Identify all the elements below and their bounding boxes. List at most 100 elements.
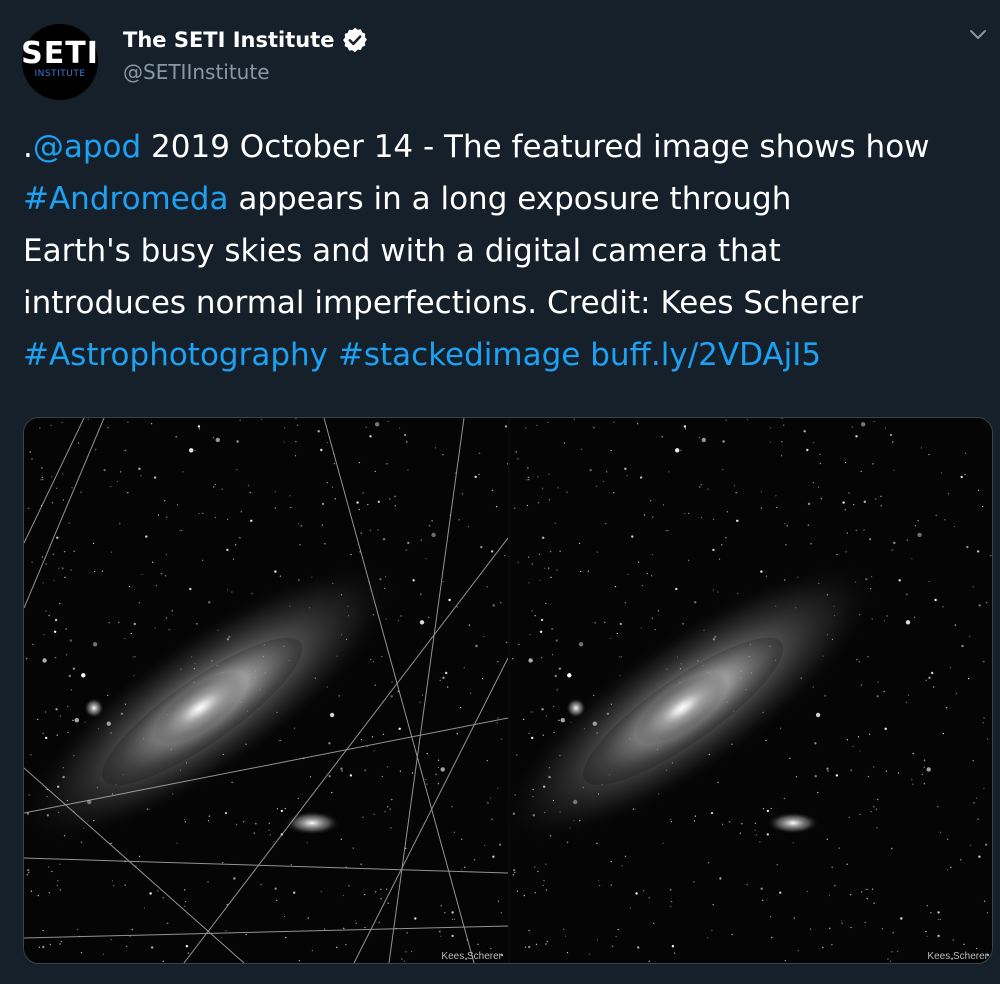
hashtag-link[interactable]: #stackedimage	[338, 337, 580, 373]
star-dot	[637, 423, 639, 425]
star-dot	[754, 829, 756, 831]
star-dot	[551, 628, 553, 630]
star-dot	[506, 641, 508, 644]
star-dot	[111, 880, 114, 882]
star-dot	[497, 661, 499, 663]
star-dot	[307, 917, 309, 919]
star-dot	[983, 787, 985, 789]
star-dot	[49, 943, 51, 946]
star-dot	[610, 637, 612, 640]
hashtag-link[interactable]: #Astrophotography	[23, 337, 328, 373]
star-dot	[947, 493, 949, 495]
star-dot	[326, 482, 328, 484]
star-dot	[556, 689, 558, 691]
star-dot	[38, 946, 40, 948]
star-dot	[983, 661, 985, 663]
star-dot	[138, 602, 140, 604]
star-dot	[819, 453, 821, 455]
andromeda-photo-stacked[interactable]: Kees Scherer	[510, 418, 992, 963]
star-dot	[324, 928, 326, 930]
star-dot	[268, 822, 270, 824]
avatar[interactable]: SETI INSTITUTE	[21, 24, 98, 100]
star-dot	[548, 473, 550, 475]
star-dot	[986, 602, 988, 604]
star-dot	[624, 467, 627, 470]
star-dot	[844, 509, 846, 511]
star-dot	[451, 934, 454, 938]
chevron-down-icon[interactable]	[968, 28, 988, 42]
star-dot	[619, 622, 622, 626]
star-dot	[42, 479, 44, 481]
star-dot	[765, 575, 767, 577]
star-dot	[534, 892, 536, 894]
andromeda-photo-with-trails[interactable]: Kees Scherer	[24, 418, 508, 963]
display-name[interactable]: The SETI Institute	[123, 26, 369, 54]
star-dot	[56, 487, 58, 489]
star-dot	[403, 960, 405, 962]
star-dot	[434, 447, 437, 449]
star-dot	[71, 487, 73, 489]
star-dot	[897, 950, 899, 953]
star-dot	[51, 476, 53, 478]
star-dot	[227, 518, 229, 520]
star-dot	[726, 511, 728, 513]
star-dot	[937, 911, 940, 914]
star-dot	[235, 544, 237, 546]
star-dot	[401, 958, 403, 960]
star-dot	[56, 734, 58, 736]
star-dot	[343, 927, 345, 929]
star-dot	[814, 742, 817, 745]
star-dot	[386, 463, 388, 465]
star-dot	[59, 715, 61, 717]
star-dot	[437, 783, 439, 785]
display-name-text[interactable]: The SETI Institute	[123, 28, 335, 52]
star-dot	[828, 894, 831, 897]
star-dot	[812, 442, 814, 444]
star-dot	[928, 580, 930, 583]
tweet-media[interactable]: Kees Scherer Kees Scherer	[23, 417, 993, 964]
star-dot	[651, 554, 653, 556]
star-dot	[500, 738, 502, 740]
star-dot	[382, 538, 386, 541]
star-dot	[884, 727, 887, 730]
star-dot	[198, 428, 201, 430]
star-dot	[923, 759, 926, 761]
star-dot	[643, 514, 646, 516]
star-dot	[498, 843, 502, 846]
star-dot	[460, 707, 462, 709]
star-dot	[496, 722, 498, 724]
account-handle[interactable]: @SETIInstitute	[123, 60, 270, 84]
star-dot	[504, 425, 508, 428]
star-dot	[688, 559, 690, 561]
star-dot	[437, 766, 439, 768]
star-dot	[629, 907, 631, 909]
star-dot	[708, 862, 710, 864]
star-dot	[294, 727, 296, 729]
star-dot	[165, 575, 167, 577]
external-link[interactable]: buff.ly/2VDAjI5	[590, 337, 821, 373]
star-dot	[968, 678, 970, 680]
star-dot	[280, 809, 284, 813]
star-dot	[360, 739, 363, 741]
star-dot	[274, 887, 277, 890]
hashtag-link[interactable]: #Andromeda	[23, 181, 228, 217]
star-dot	[59, 602, 61, 604]
star-dot	[873, 902, 875, 904]
star-dot	[684, 512, 686, 515]
star-dot	[942, 733, 944, 735]
star-dot	[617, 928, 619, 931]
star-dot	[483, 635, 485, 637]
star-dot	[373, 813, 375, 815]
star-dot	[350, 553, 352, 556]
star-dot	[42, 945, 45, 949]
star-dot	[858, 661, 860, 663]
star-dot	[859, 750, 861, 752]
star-dot	[355, 920, 357, 922]
star-dot	[497, 717, 499, 719]
mention-link[interactable]: @apod	[33, 129, 141, 165]
star-dot	[868, 538, 872, 541]
star-dot	[378, 921, 380, 923]
star-dot	[831, 866, 833, 868]
star-dot	[62, 567, 64, 569]
star-dot	[482, 678, 484, 680]
